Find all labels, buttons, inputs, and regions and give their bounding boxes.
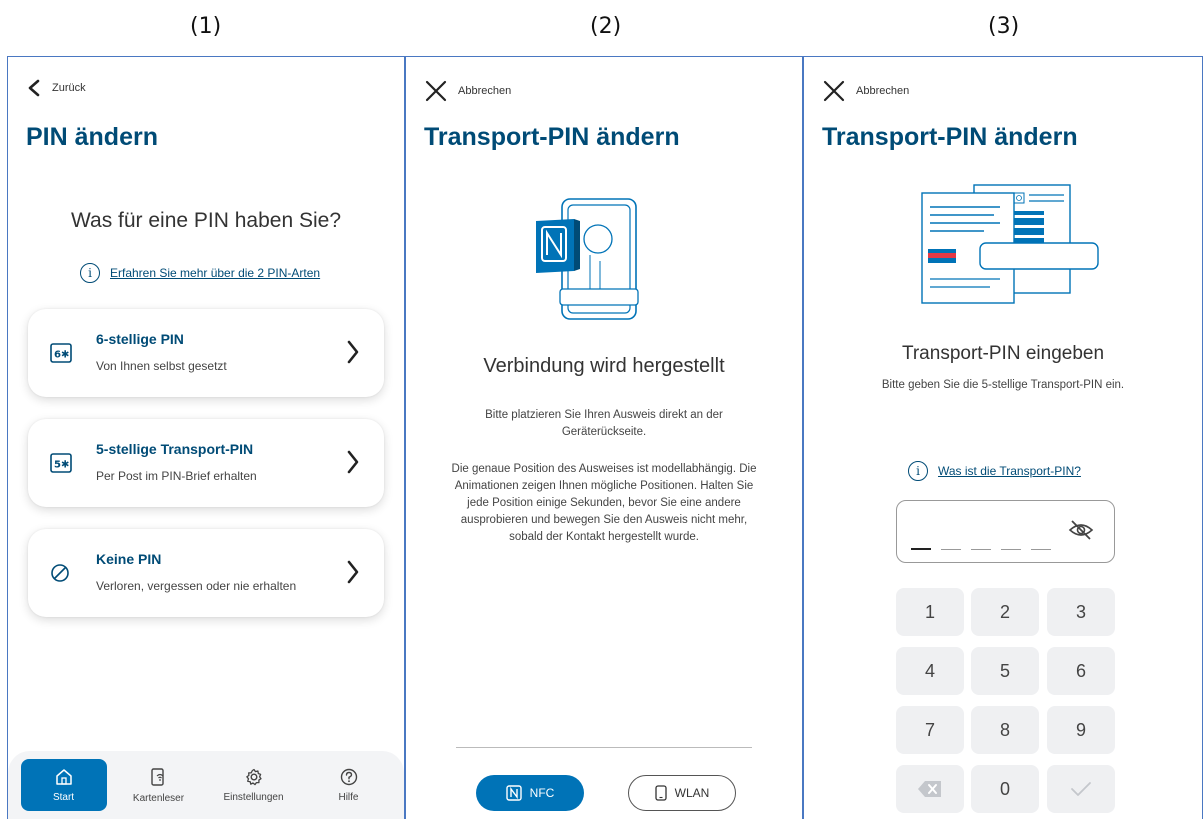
cancel-button[interactable]: Abbrechen — [424, 79, 511, 103]
pin-digit-slot — [1001, 548, 1021, 550]
chevron-right-icon — [347, 450, 359, 474]
nav-label: Kartenleser — [132, 792, 185, 804]
keypad-key-0[interactable]: 0 — [971, 765, 1039, 813]
info-icon: i — [908, 461, 928, 481]
close-icon — [823, 80, 845, 102]
pin-digit-slot — [941, 548, 961, 550]
back-label: Zurück — [52, 82, 86, 94]
pin-letter-illustration — [921, 184, 1099, 304]
placement-instructions: Bitte platzieren Sie Ihren Ausweis direk… — [430, 407, 778, 441]
nav-settings[interactable]: Einstellungen — [211, 759, 297, 811]
instruction-line: Bitte platzieren Sie Ihren Ausweis direk… — [485, 409, 723, 421]
chevron-right-icon — [347, 340, 359, 364]
nav-label: Start — [52, 791, 75, 803]
cancel-label: Abbrechen — [856, 85, 910, 97]
enter-pin-subtitle: Bitte geben Sie die 5-stellige Transport… — [881, 379, 1125, 391]
no-pin-icon — [51, 564, 69, 582]
instruction-line: Animationen zeigen Ihnen mögliche Positi… — [454, 480, 754, 492]
keypad-key-4[interactable]: 4 — [896, 647, 964, 695]
step-label-3: (3) — [988, 14, 1020, 39]
divider — [456, 747, 752, 748]
pin-digit-slot — [1031, 548, 1051, 550]
chevron-right-icon — [347, 560, 359, 584]
instruction-line: sobald der Kontakt hergestellt wurde. — [509, 531, 699, 543]
option-transport-pin[interactable]: 5✱ 5-stellige Transport-PIN Per Post im … — [28, 419, 384, 507]
keypad-key-2[interactable]: 2 — [971, 588, 1039, 636]
keypad-key-7[interactable]: 7 — [896, 706, 964, 754]
five-digit-pin-icon: 5✱ — [50, 453, 72, 473]
option-no-pin[interactable]: Keine PIN Verloren, vergessen oder nie e… — [28, 529, 384, 617]
page-title: PIN ändern — [26, 123, 158, 151]
cancel-label: Abbrechen — [458, 85, 512, 97]
keypad-key-9[interactable]: 9 — [1047, 706, 1115, 754]
wlan-button[interactable]: WLAN — [628, 775, 736, 811]
info-icon: i — [80, 263, 100, 283]
home-icon — [55, 768, 72, 785]
option-subtitle: Verloren, vergessen oder nie erhalten — [96, 579, 297, 593]
option-6-digit-pin[interactable]: 6✱ 6-stellige PIN Von Ihnen selbst geset… — [28, 309, 384, 397]
six-digit-pin-icon: 6✱ — [50, 343, 72, 363]
gear-icon — [245, 768, 262, 785]
nav-help[interactable]: Hilfe — [306, 759, 392, 811]
nav-label: Einstellungen — [223, 791, 284, 803]
nav-start[interactable]: Start — [20, 759, 107, 811]
step-label-1: (1) — [190, 14, 222, 39]
keypad-confirm-button[interactable] — [1047, 765, 1115, 813]
question-heading: Was für eine PIN haben Sie? — [70, 209, 342, 232]
instruction-line: ausprobieren und bewegen Sie den Ausweis… — [460, 514, 748, 526]
option-title: 5-stellige Transport-PIN — [96, 441, 254, 457]
pin-digit-slot — [971, 548, 991, 550]
pin-types-info-link[interactable]: i Erfahren Sie mehr über die 2 PIN-Arten — [80, 263, 320, 283]
nav-label: Hilfe — [338, 791, 359, 803]
nfc-button[interactable]: NFC — [476, 775, 584, 811]
option-subtitle: Per Post im PIN-Brief erhalten — [96, 469, 257, 483]
nav-card-reader[interactable]: Kartenleser — [116, 759, 202, 811]
option-subtitle: Von Ihnen selbst gesetzt — [96, 359, 227, 373]
keypad-key-3[interactable]: 3 — [1047, 588, 1115, 636]
help-icon — [340, 768, 357, 785]
screen-nfc-connect: Abbrechen Transport-PIN ändern Verbindun… — [405, 56, 803, 819]
backspace-icon — [918, 781, 941, 797]
instruction-line: Geräterückseite. — [561, 426, 647, 438]
smartphone-icon — [655, 785, 667, 801]
keypad-delete-button[interactable] — [896, 765, 964, 813]
checkmark-icon — [1071, 782, 1091, 796]
cancel-button[interactable]: Abbrechen — [822, 79, 909, 103]
option-title: Keine PIN — [96, 551, 162, 567]
close-icon — [425, 80, 447, 102]
nfc-phone-illustration — [536, 198, 639, 320]
svg-text:6✱: 6✱ — [54, 350, 69, 361]
bottom-navigation: Start Kartenleser Einstellungen Hilfe — [8, 751, 404, 819]
info-link-text: Erfahren Sie mehr über die 2 PIN-Arten — [110, 266, 321, 280]
page-title: Transport-PIN ändern — [424, 123, 680, 151]
screen-pin-type: Zurück PIN ändern Was für eine PIN haben… — [7, 56, 405, 819]
wlan-label: WLAN — [674, 786, 710, 800]
eye-off-icon[interactable] — [1068, 519, 1094, 541]
instruction-line: Die genaue Position des Ausweises ist mo… — [451, 463, 757, 475]
card-reader-icon — [150, 767, 164, 786]
transport-pin-input[interactable] — [896, 500, 1115, 563]
screen-transport-pin-entry: Abbrechen Transport-PIN ändern Transport… — [803, 56, 1203, 819]
back-button[interactable]: Zurück — [26, 79, 86, 97]
nfc-icon — [505, 785, 522, 801]
chevron-left-icon — [28, 79, 40, 97]
enter-pin-heading: Transport-PIN eingeben — [901, 343, 1105, 364]
keypad-key-8[interactable]: 8 — [971, 706, 1039, 754]
keypad-key-6[interactable]: 6 — [1047, 647, 1115, 695]
keypad-key-5[interactable]: 5 — [971, 647, 1039, 695]
connection-status-heading: Verbindung wird hergestellt — [483, 355, 725, 377]
option-title: 6-stellige PIN — [96, 331, 184, 347]
info-link-text: Was ist die Transport-PIN? — [938, 464, 1081, 478]
nfc-label: NFC — [529, 786, 555, 800]
position-instructions: Die genaue Position des Ausweises ist mo… — [430, 461, 778, 546]
keypad-key-1[interactable]: 1 — [896, 588, 964, 636]
page-title: Transport-PIN ändern — [822, 123, 1078, 151]
step-label-2: (2) — [590, 14, 622, 39]
svg-text:5✱: 5✱ — [54, 460, 69, 471]
pin-digit-slot — [911, 548, 931, 550]
instruction-line: jede Position einige Sekunden, bevor Sie… — [467, 497, 741, 509]
transport-pin-info-link[interactable]: i Was ist die Transport-PIN? — [908, 461, 1081, 481]
